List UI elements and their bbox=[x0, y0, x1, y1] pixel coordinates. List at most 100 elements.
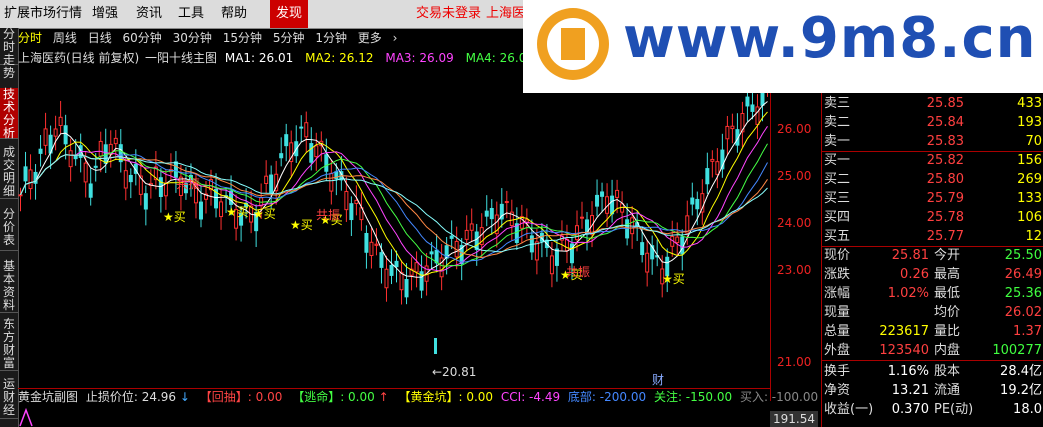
logo-icon bbox=[539, 10, 607, 78]
candle-body bbox=[615, 189, 620, 198]
bid-row[interactable]: 买五 25.77 12 bbox=[822, 228, 1043, 245]
stat-row[interactable]: 现量 均价 26.02 bbox=[822, 304, 1043, 321]
candle-body bbox=[745, 96, 750, 107]
candle-body bbox=[580, 216, 584, 219]
indicator-name[interactable]: 一阳十线主图 bbox=[145, 51, 217, 65]
menu-item-tools[interactable]: 工具 bbox=[178, 0, 204, 28]
divider bbox=[822, 360, 1043, 361]
up-arrow-icon: ↑ bbox=[378, 390, 389, 404]
period-intraday[interactable]: 分时 bbox=[18, 31, 42, 45]
candle-body bbox=[349, 203, 354, 221]
candle-body bbox=[715, 161, 720, 175]
menu-item-extended-market[interactable]: 扩展市场行情 bbox=[4, 0, 82, 28]
candle-body bbox=[640, 242, 645, 256]
menu-item-enhance[interactable]: 增强 bbox=[92, 0, 118, 28]
order-price: 25.79 bbox=[926, 191, 964, 206]
fundamental-row[interactable]: 净资 13.21 流通 19.2亿 bbox=[822, 382, 1043, 399]
candle-body bbox=[750, 104, 755, 112]
quote-value: 18.0 bbox=[1013, 402, 1042, 417]
order-volume: 106 bbox=[1017, 210, 1042, 225]
candle-body bbox=[309, 143, 314, 163]
ask-row[interactable]: 卖二 25.84 193 bbox=[822, 114, 1043, 131]
ind-escape: 【逃命】: 0.00 bbox=[292, 390, 375, 404]
candle-body bbox=[464, 229, 469, 240]
candle-body bbox=[564, 239, 569, 252]
sub-chart-line bbox=[19, 407, 33, 427]
candle-body bbox=[690, 197, 695, 205]
candle-body bbox=[279, 153, 284, 159]
chevron-right-icon[interactable]: › bbox=[393, 31, 398, 45]
tab-finance[interactable]: 运财经 bbox=[0, 378, 18, 419]
quote-value: 26.49 bbox=[1004, 267, 1042, 282]
ma3-value: MA3: 26.09 bbox=[385, 51, 454, 65]
period-60min[interactable]: 60分钟 bbox=[123, 31, 162, 45]
candle-body bbox=[675, 236, 680, 244]
quote-value: 25.50 bbox=[1004, 248, 1042, 263]
candle-body bbox=[68, 150, 73, 168]
period-daily[interactable]: 日线 bbox=[88, 31, 112, 45]
tab-technical[interactable]: 技术分析 bbox=[0, 88, 18, 140]
ma2-value: MA2: 26.12 bbox=[305, 51, 374, 65]
y-tick: 24.00 bbox=[777, 216, 812, 230]
candle-body bbox=[705, 168, 710, 185]
quote-label: 涨幅 bbox=[824, 286, 851, 301]
candle-body bbox=[399, 272, 404, 291]
order-label: 买五 bbox=[824, 229, 851, 244]
ask-row[interactable]: 卖一 25.83 70 bbox=[822, 133, 1043, 150]
tab-trades[interactable]: 成交明细 bbox=[0, 146, 18, 199]
order-volume: 133 bbox=[1017, 191, 1042, 206]
order-price: 25.84 bbox=[926, 115, 964, 130]
candle-body bbox=[38, 148, 43, 154]
tab-profile[interactable]: 基本资料 bbox=[0, 260, 18, 313]
buy-signal: ★买 bbox=[253, 207, 276, 221]
stat-row[interactable]: 现价 25.81 今开 25.50 bbox=[822, 247, 1043, 264]
trade-login-status[interactable]: 交易未登录 bbox=[416, 0, 481, 28]
period-1min[interactable]: 1分钟 bbox=[315, 31, 347, 45]
tab-eastmoney[interactable]: 东方财富 bbox=[0, 318, 18, 371]
menu-item-news[interactable]: 资讯 bbox=[136, 0, 162, 28]
ask-row[interactable]: 卖三 25.85 433 bbox=[822, 95, 1043, 112]
quote-label: 量比 bbox=[934, 324, 961, 339]
tab-intraday[interactable]: 分时走势 bbox=[0, 28, 18, 80]
period-more[interactable]: 更多 bbox=[358, 31, 382, 45]
order-volume: 193 bbox=[1017, 115, 1042, 130]
bid-row[interactable]: 买三 25.79 133 bbox=[822, 190, 1043, 207]
order-label: 卖三 bbox=[824, 96, 851, 111]
menu-item-help[interactable]: 帮助 bbox=[221, 0, 247, 28]
period-weekly[interactable]: 周线 bbox=[53, 31, 77, 45]
finance-marker[interactable]: 财 bbox=[652, 373, 664, 386]
stat-row[interactable]: 外盘 123540 内盘 100277 bbox=[822, 342, 1043, 359]
candle-body bbox=[610, 195, 615, 215]
stat-row[interactable]: 涨幅 1.02% 最低 25.36 bbox=[822, 285, 1043, 302]
bid-row[interactable]: 买一 25.82 156 bbox=[822, 152, 1043, 169]
stat-row[interactable]: 涨跌 0.26 最高 26.49 bbox=[822, 266, 1043, 283]
period-30min[interactable]: 30分钟 bbox=[173, 31, 212, 45]
candle-body bbox=[354, 199, 359, 204]
period-5min[interactable]: 5分钟 bbox=[273, 31, 305, 45]
menu-item-discover[interactable]: 发现 bbox=[270, 0, 309, 28]
buy-signal: ★买 bbox=[226, 205, 249, 219]
sub-indicator-name[interactable]: 黄金坑副图 bbox=[18, 390, 78, 404]
candle-body bbox=[369, 241, 374, 257]
fundamental-row[interactable]: 换手 1.16% 股本 28.4亿 bbox=[822, 363, 1043, 380]
candle-body bbox=[695, 198, 700, 210]
quote-label: 流通 bbox=[934, 383, 961, 398]
bid-row[interactable]: 买二 25.80 269 bbox=[822, 171, 1043, 188]
tab-price-table[interactable]: 分价表 bbox=[0, 208, 18, 251]
buy-signal: ★买 bbox=[290, 218, 313, 232]
candlestick-chart[interactable]: ★买 ★买 ★买★买 ★买★买 ★买共振共振共振←20.81财 bbox=[18, 66, 770, 386]
order-price: 25.83 bbox=[926, 134, 964, 149]
stat-row[interactable]: 总量 223617 量比 1.37 bbox=[822, 323, 1043, 340]
quote-value: 13.21 bbox=[891, 383, 929, 398]
period-15min[interactable]: 15分钟 bbox=[223, 31, 262, 45]
order-label: 买一 bbox=[824, 153, 851, 168]
candle-body bbox=[344, 191, 349, 211]
bid-row[interactable]: 买四 25.78 106 bbox=[822, 209, 1043, 226]
candle-body bbox=[710, 158, 715, 162]
candle-body bbox=[554, 248, 559, 266]
order-label: 买四 bbox=[824, 210, 851, 225]
fundamental-row[interactable]: 收益(一) 0.370 PE(动) 18.0 bbox=[822, 401, 1043, 418]
quote-value: 100277 bbox=[992, 343, 1042, 358]
candle-body bbox=[469, 223, 474, 231]
quote-value: 1.16% bbox=[887, 364, 929, 379]
